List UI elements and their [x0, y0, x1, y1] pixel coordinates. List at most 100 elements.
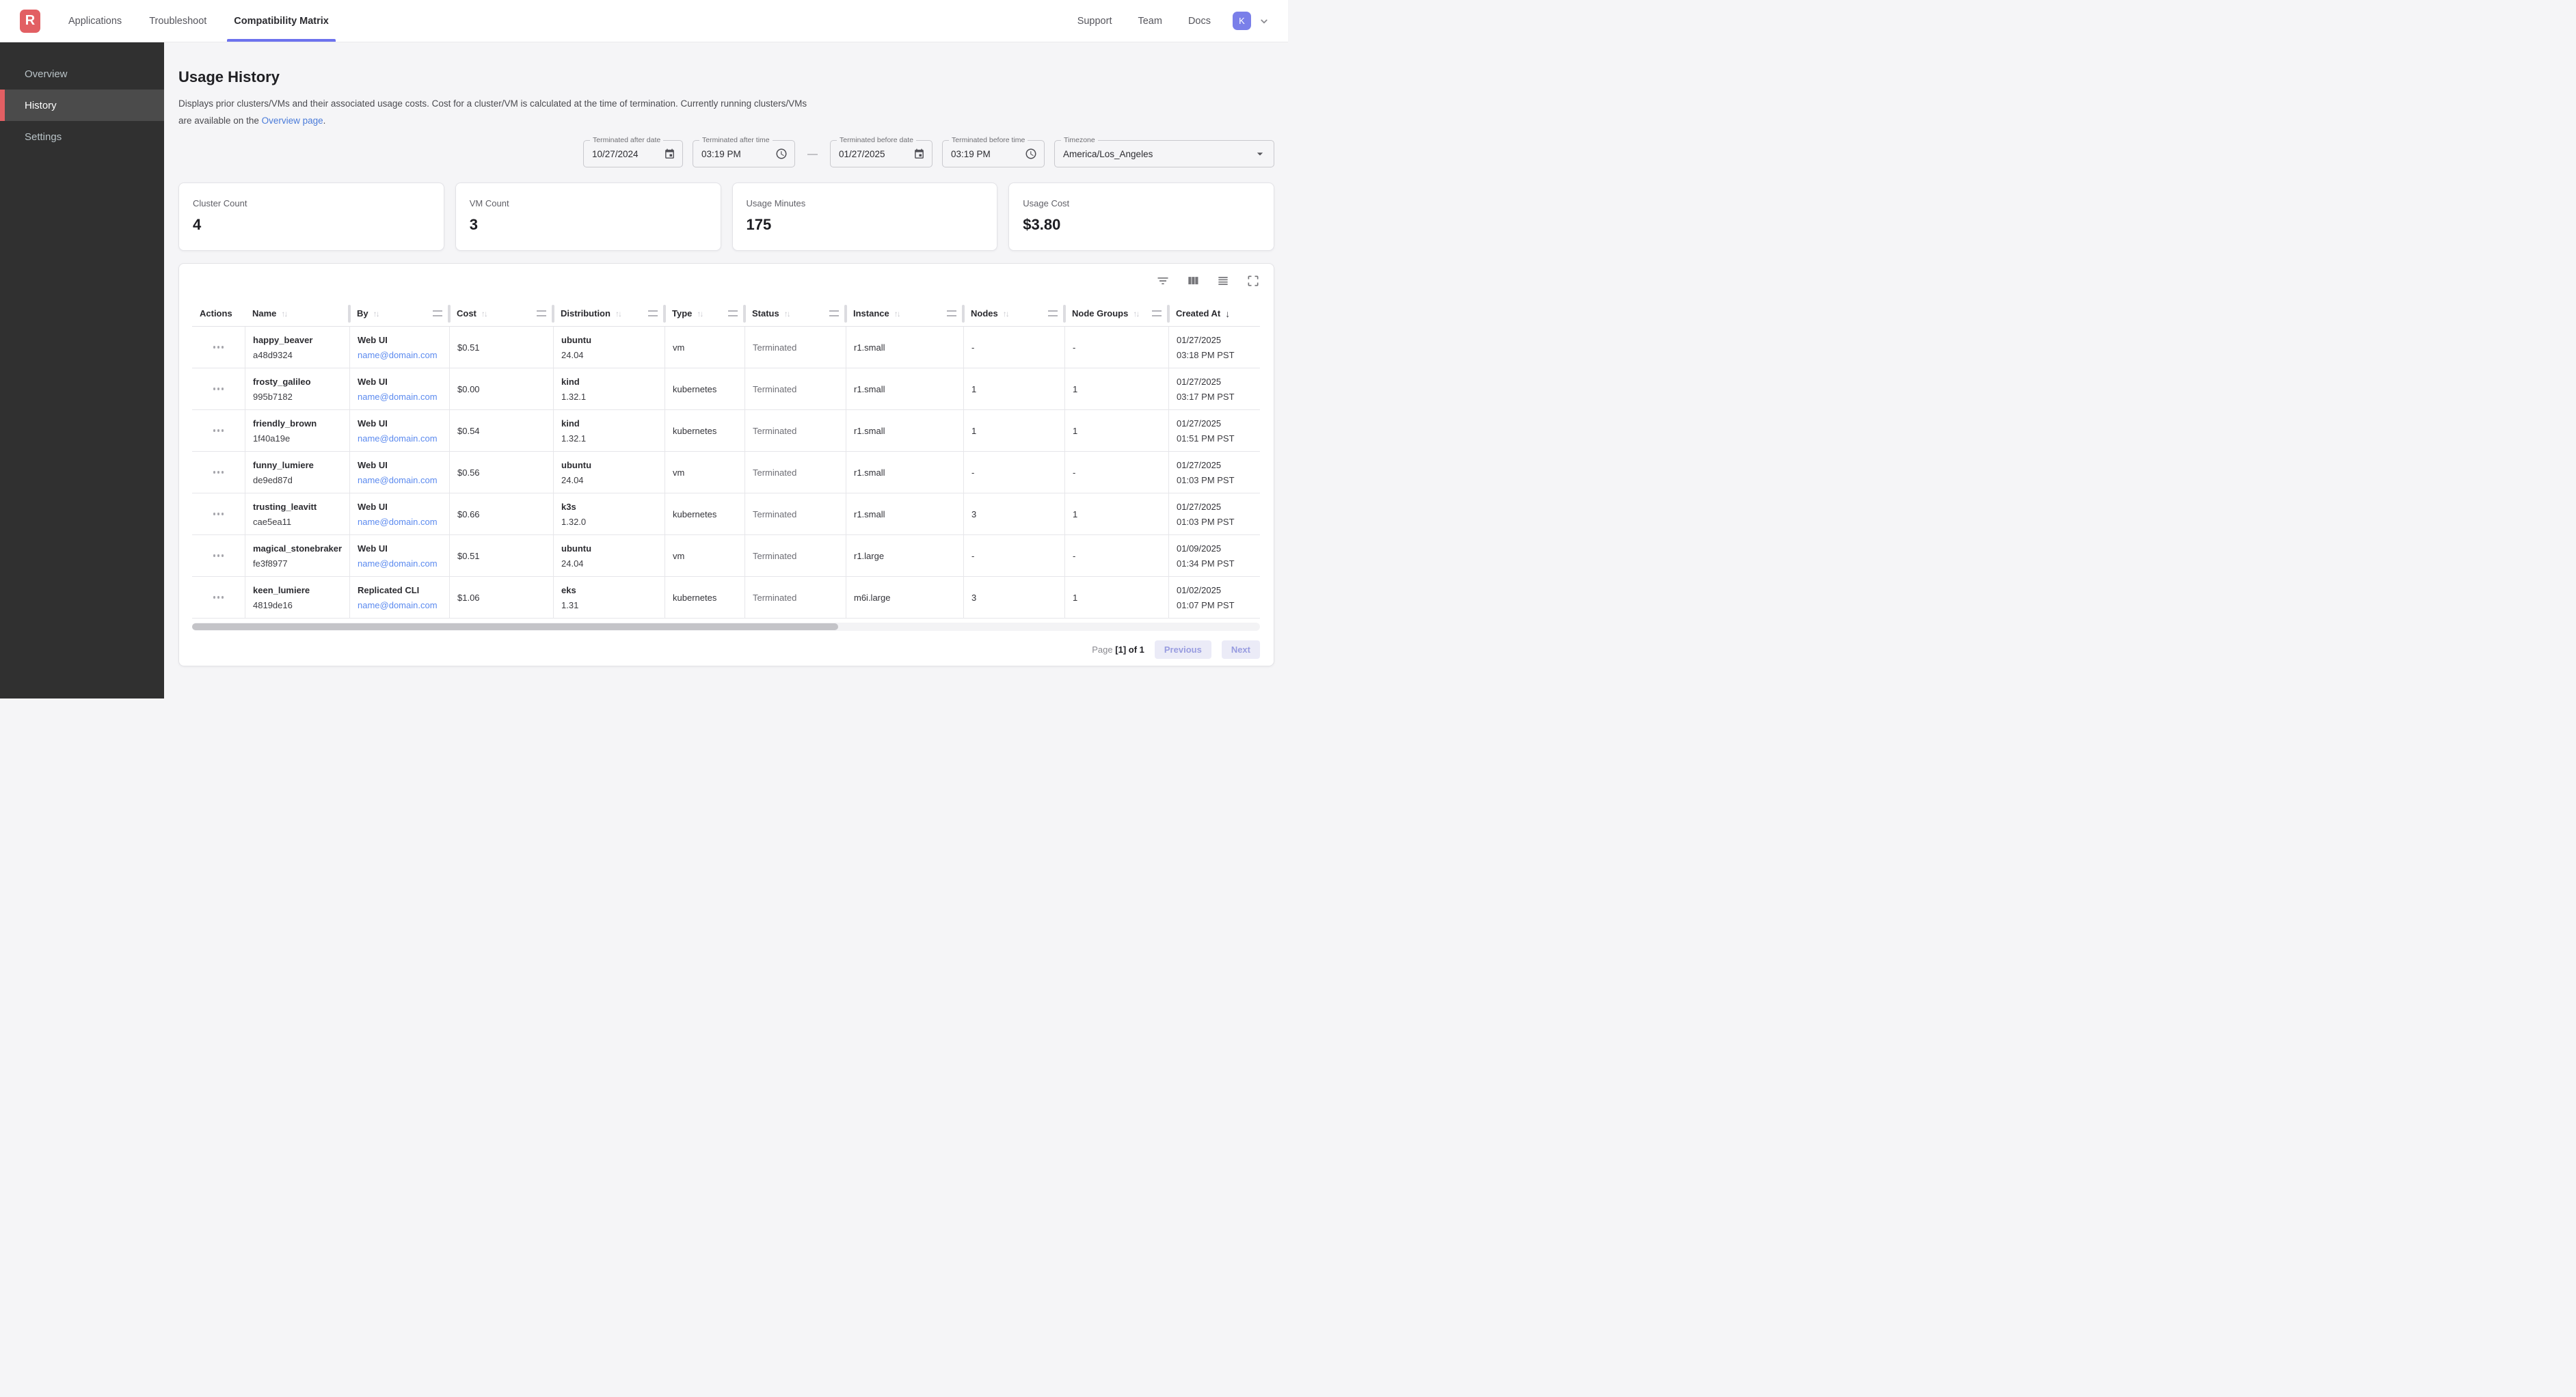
cell-node-groups: 1 — [1064, 493, 1168, 534]
row-actions-button[interactable] — [209, 592, 228, 603]
column-header-cost[interactable]: Cost↑↓ — [449, 301, 553, 326]
primary-tabs: Applications Troubleshoot Compatibility … — [68, 0, 329, 42]
cell-by: Web UI name@domain.com — [349, 493, 449, 534]
terminated-before-date-field[interactable]: Terminated before date 01/27/2025 — [830, 140, 933, 167]
fullscreen-icon[interactable] — [1246, 274, 1260, 288]
column-drag-handle[interactable] — [433, 310, 442, 316]
table-row[interactable]: keen_lumiere 4819de16 Replicated CLI nam… — [192, 577, 1260, 619]
sort-icon[interactable]: ↑↓ — [281, 309, 286, 318]
sort-desc-icon[interactable]: ↓ — [1225, 308, 1230, 319]
next-page-button[interactable]: Next — [1222, 640, 1260, 659]
column-header-type[interactable]: Type↑↓ — [665, 301, 744, 326]
sort-icon[interactable]: ↑↓ — [697, 309, 702, 318]
email-link[interactable]: name@domain.com — [358, 392, 449, 402]
cell-actions — [192, 368, 245, 409]
column-header-status[interactable]: Status↑↓ — [744, 301, 846, 326]
column-separator — [743, 305, 746, 323]
cell-created-at: 01/27/2025 03:18 PM PST — [1168, 327, 1255, 368]
row-actions-button[interactable] — [209, 550, 228, 561]
column-header-nodes[interactable]: Nodes↑↓ — [963, 301, 1064, 326]
scrollbar-thumb[interactable] — [192, 623, 838, 630]
email-link[interactable]: name@domain.com — [358, 517, 449, 527]
column-drag-handle[interactable] — [537, 310, 546, 316]
horizontal-scrollbar[interactable] — [192, 623, 1260, 631]
column-drag-handle[interactable] — [648, 310, 658, 316]
sidebar-item-history[interactable]: History — [0, 90, 164, 121]
table-row[interactable]: magical_stonebraker fe3f8977 Web UI name… — [192, 535, 1260, 577]
previous-page-button[interactable]: Previous — [1155, 640, 1211, 659]
sort-icon[interactable]: ↑↓ — [1133, 309, 1138, 318]
column-drag-handle[interactable] — [1048, 310, 1058, 316]
table-row[interactable]: frosty_galileo 995b7182 Web UI name@doma… — [192, 368, 1260, 410]
calendar-icon[interactable] — [664, 148, 675, 160]
row-actions-button[interactable] — [209, 425, 228, 436]
sort-icon[interactable]: ↑↓ — [481, 309, 487, 318]
cell-type: kubernetes — [665, 410, 744, 451]
column-drag-handle[interactable] — [728, 310, 738, 316]
column-drag-handle[interactable] — [947, 310, 956, 316]
cell-node-groups: - — [1064, 535, 1168, 576]
column-header-instance[interactable]: Instance↑↓ — [846, 301, 963, 326]
table-row[interactable]: trusting_leavitt cae5ea11 Web UI name@do… — [192, 493, 1260, 535]
sidebar-item-settings[interactable]: Settings — [0, 121, 164, 152]
calendar-icon[interactable] — [913, 148, 925, 160]
email-link[interactable]: name@domain.com — [358, 433, 449, 444]
column-drag-handle[interactable] — [1152, 310, 1162, 316]
table-row[interactable]: funny_lumiere de9ed87d Web UI name@domai… — [192, 452, 1260, 493]
overview-page-link[interactable]: Overview page — [262, 116, 323, 126]
sort-icon[interactable]: ↑↓ — [784, 309, 790, 318]
cell-created-at: 01/27/2025 01:03 PM PST — [1168, 493, 1255, 534]
email-link[interactable]: name@domain.com — [358, 475, 449, 485]
cell-nodes: - — [963, 535, 1064, 576]
cell-status: Terminated — [744, 535, 846, 576]
sidebar-item-overview[interactable]: Overview — [0, 58, 164, 90]
cell-actions — [192, 327, 245, 368]
terminated-after-time-field[interactable]: Terminated after time 03:19 PM — [693, 140, 795, 167]
terminated-before-time-field[interactable]: Terminated before time 03:19 PM — [942, 140, 1045, 167]
column-header-created-at[interactable]: Created At↓ — [1168, 301, 1255, 326]
cell-instance: r1.small — [846, 410, 963, 451]
nav-link-team[interactable]: Team — [1138, 16, 1162, 27]
nav-link-support[interactable]: Support — [1077, 16, 1112, 27]
cell-distribution: eks 1.31 — [553, 577, 665, 618]
cell-created-at: 01/02/2025 01:07 PM PST — [1168, 577, 1255, 618]
column-header-node-groups[interactable]: Node Groups↑↓ — [1064, 301, 1168, 326]
row-actions-button[interactable] — [209, 467, 228, 478]
column-drag-handle[interactable] — [829, 310, 839, 316]
clock-icon[interactable] — [1025, 148, 1037, 160]
table-row[interactable]: friendly_brown 1f40a19e Web UI name@doma… — [192, 410, 1260, 452]
email-link[interactable]: name@domain.com — [358, 558, 449, 569]
app-logo[interactable]: R — [20, 10, 40, 33]
sort-icon[interactable]: ↑↓ — [615, 309, 621, 318]
tab-compatibility-matrix[interactable]: Compatibility Matrix — [234, 0, 329, 42]
nav-link-docs[interactable]: Docs — [1188, 16, 1211, 27]
cell-instance: r1.small — [846, 493, 963, 534]
column-header-distribution[interactable]: Distribution↑↓ — [553, 301, 665, 326]
timezone-select[interactable]: Timezone America/Los_Angeles — [1054, 140, 1274, 167]
cell-type: kubernetes — [665, 577, 744, 618]
column-header-by[interactable]: By↑↓ — [349, 301, 449, 326]
row-actions-button[interactable] — [209, 383, 228, 394]
email-link[interactable]: name@domain.com — [358, 350, 449, 360]
clock-icon[interactable] — [775, 148, 788, 160]
density-icon[interactable] — [1216, 274, 1230, 288]
tab-applications[interactable]: Applications — [68, 0, 122, 42]
filter-icon[interactable] — [1156, 274, 1170, 288]
table-row[interactable]: happy_beaver a48d9324 Web UI name@domain… — [192, 327, 1260, 368]
row-actions-button[interactable] — [209, 508, 228, 519]
sort-icon[interactable]: ↑↓ — [894, 309, 900, 318]
column-header-name[interactable]: Name↑↓ — [245, 301, 349, 326]
columns-icon[interactable] — [1186, 274, 1200, 288]
row-actions-button[interactable] — [209, 342, 228, 353]
tab-troubleshoot[interactable]: Troubleshoot — [149, 0, 206, 42]
terminated-after-date-field[interactable]: Terminated after date 10/27/2024 — [583, 140, 683, 167]
usage-history-table-card: ActionsName↑↓By↑↓Cost↑↓Distribution↑↓Typ… — [178, 263, 1274, 666]
chevron-down-icon[interactable] — [1258, 15, 1270, 27]
sort-icon[interactable]: ↑↓ — [373, 309, 379, 318]
email-link[interactable]: name@domain.com — [358, 600, 449, 610]
sort-icon[interactable]: ↑↓ — [1003, 309, 1008, 318]
avatar[interactable]: K — [1233, 12, 1251, 30]
cell-name: friendly_brown 1f40a19e — [245, 410, 349, 451]
stat-card-usage-minutes: Usage Minutes 175 — [732, 182, 998, 251]
dropdown-arrow-icon[interactable] — [1253, 147, 1267, 161]
